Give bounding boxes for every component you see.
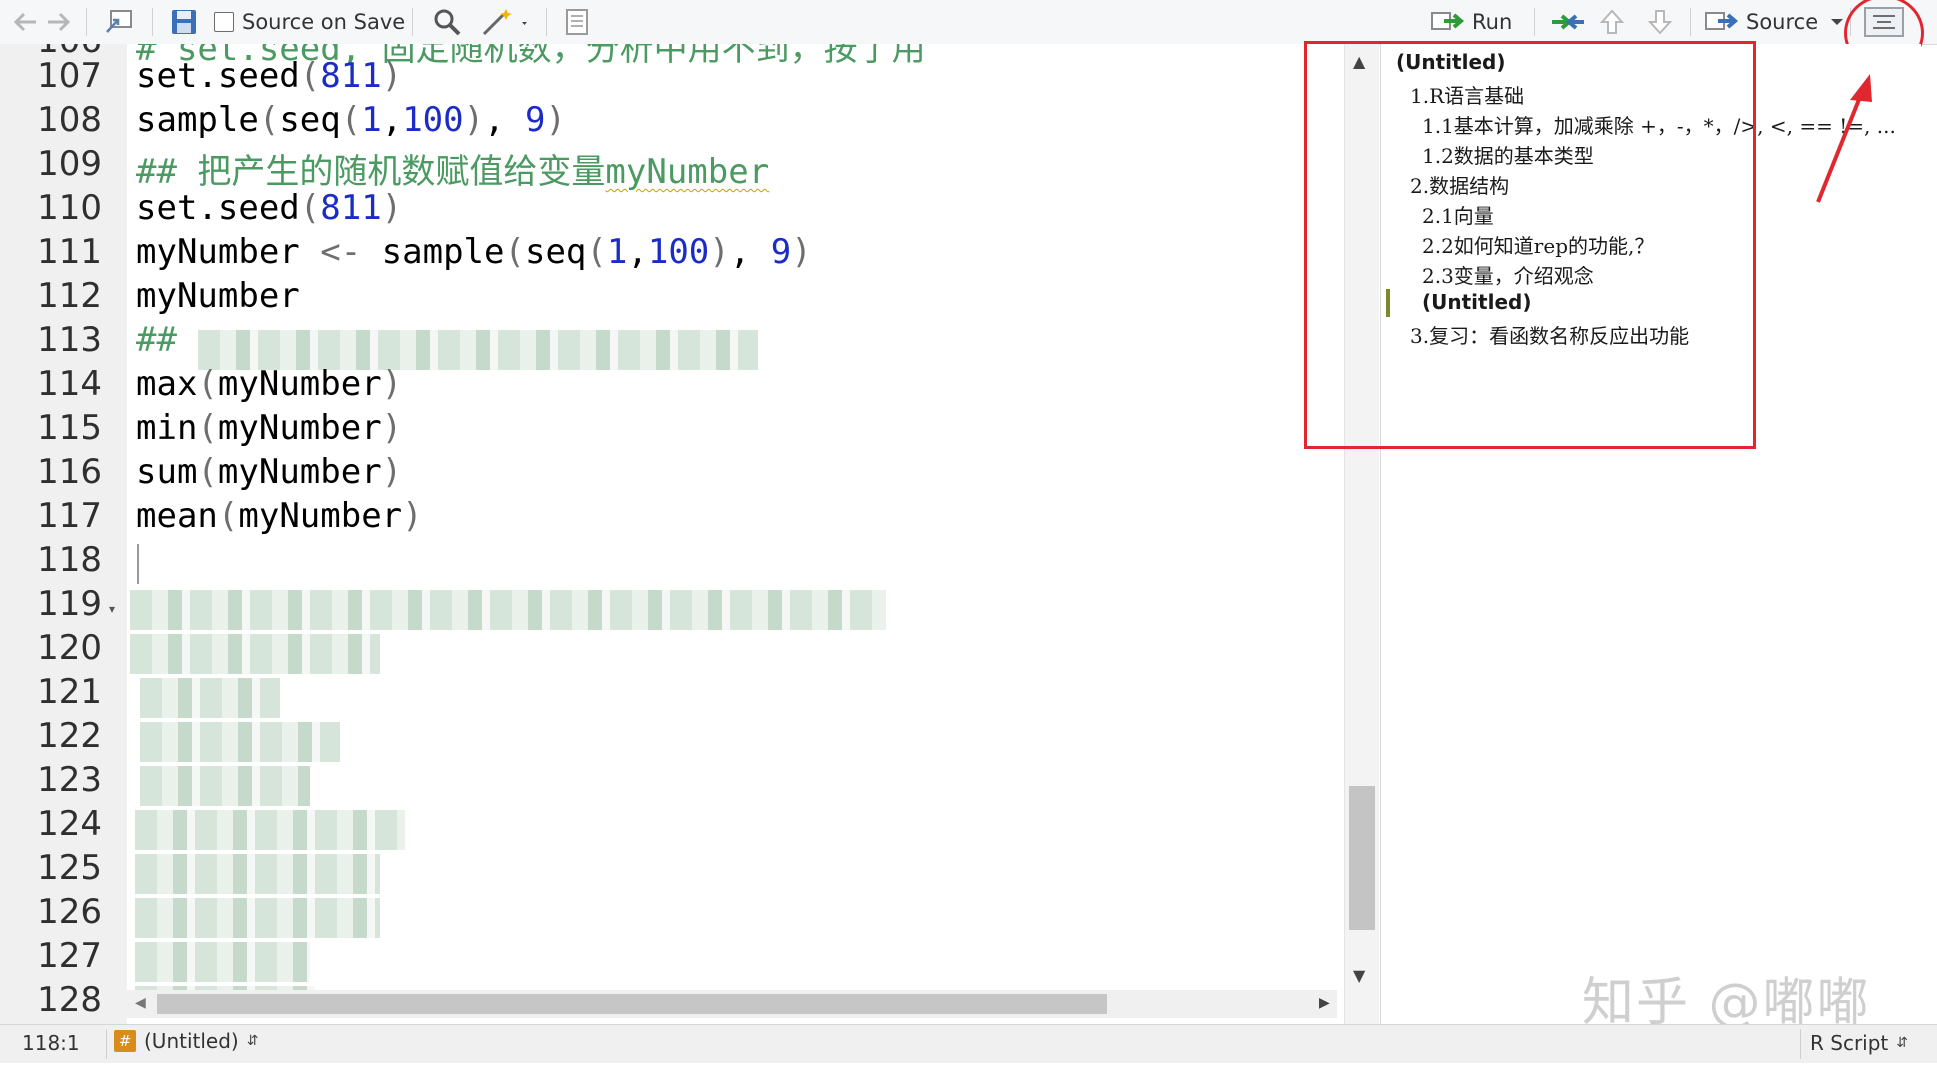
vertical-scroll-thumb[interactable]: [1349, 786, 1375, 930]
code-editor[interactable]: 106 107 108 109 110 111 112 113 114 115 …: [0, 44, 1344, 1024]
horizontal-scroll-thumb[interactable]: [157, 994, 1107, 1014]
line-number: 113: [37, 320, 102, 360]
updown-chevron-icon: ⇵: [1896, 1035, 1908, 1051]
line-number: 114: [37, 364, 102, 404]
code-line: max(myNumber): [136, 364, 403, 404]
line-number: 109: [37, 144, 102, 184]
blurred-code: [135, 942, 310, 982]
blurred-code: [130, 634, 380, 674]
compile-report-icon[interactable]: [562, 6, 592, 38]
code-line: myNumber: [136, 276, 300, 316]
line-number: 112: [37, 276, 102, 316]
line-number: 118: [37, 540, 102, 580]
previous-section-icon[interactable]: [1598, 6, 1626, 38]
blurred-code: [140, 722, 340, 762]
code-line: myNumber <- sample(seq(1,100), 9): [136, 232, 812, 272]
show-in-new-window-icon[interactable]: [104, 6, 136, 38]
updown-chevron-icon: ⇵: [246, 1033, 259, 1049]
code-line: min(myNumber): [136, 408, 403, 448]
code-line: set.seed(811): [136, 56, 403, 96]
line-number: 126: [37, 892, 102, 932]
line-number: 122: [37, 716, 102, 756]
blurred-code: [130, 590, 886, 630]
code-line: sum(myNumber): [136, 452, 403, 492]
scroll-right-icon[interactable]: ▶: [1319, 995, 1330, 1011]
line-number: 115: [37, 408, 102, 448]
annotation-box: [1304, 41, 1756, 449]
blurred-code: [140, 766, 310, 806]
line-number: 121: [37, 672, 102, 712]
source-on-save-toggle[interactable]: Source on Save: [214, 6, 405, 38]
section-label: (Untitled): [144, 1029, 239, 1053]
run-label: Run: [1472, 10, 1513, 34]
run-icon: [1431, 12, 1465, 30]
source-icon: [1705, 12, 1739, 30]
cursor-position: 118:1: [22, 1031, 80, 1055]
code-line: sample(seq(1,100), 9): [136, 100, 567, 140]
code-tools-wand-icon[interactable]: [480, 6, 532, 38]
file-type-label: R Script: [1810, 1031, 1889, 1055]
scroll-left-icon[interactable]: ◀: [135, 995, 146, 1011]
text-cursor: [137, 544, 139, 584]
section-hash-icon: #: [114, 1030, 136, 1052]
blurred-code: [135, 810, 405, 850]
source-dropdown-icon[interactable]: [1830, 6, 1844, 38]
scroll-down-icon[interactable]: ▼: [1353, 966, 1365, 985]
code-line: mean(myNumber): [136, 496, 423, 536]
line-number: 111: [37, 232, 102, 272]
editor-toolbar: Source on Save Run Source: [0, 0, 1937, 45]
code-line: set.seed(811): [136, 188, 403, 228]
source-on-save-label: Source on Save: [242, 10, 406, 34]
status-bar: 118:1 # (Untitled) ⇵ R Script ⇵: [0, 1024, 1937, 1063]
horizontal-scrollbar[interactable]: ◀ ▶: [127, 990, 1337, 1018]
source-label: Source: [1746, 10, 1819, 34]
line-number: 110: [37, 188, 102, 228]
line-number: 107: [37, 56, 102, 96]
fold-arrow-icon[interactable]: ▾: [109, 602, 115, 616]
code-line-comment: ##: [136, 320, 177, 360]
next-section-icon[interactable]: [1646, 6, 1674, 38]
line-number: 128: [37, 980, 102, 1020]
save-icon[interactable]: [170, 6, 198, 38]
file-type-selector[interactable]: R Script ⇵: [1810, 1031, 1908, 1055]
line-number: 123: [37, 760, 102, 800]
back-arrow-icon[interactable]: [10, 6, 40, 38]
section-selector[interactable]: # (Untitled) ⇵: [114, 1029, 258, 1053]
search-icon[interactable]: [432, 6, 462, 38]
forward-arrow-icon[interactable]: [44, 6, 74, 38]
blurred-code: [140, 678, 280, 718]
line-number: 116: [37, 452, 102, 492]
code-line-comment: ## 把产生的随机数赋值给变量myNumber: [136, 152, 770, 192]
source-on-save-checkbox[interactable]: [214, 12, 234, 32]
line-number: 124: [37, 804, 102, 844]
line-number: 127: [37, 936, 102, 976]
source-button[interactable]: Source: [1704, 6, 1818, 38]
line-number: 119: [37, 584, 102, 624]
line-number: 120: [37, 628, 102, 668]
blurred-code: [135, 898, 380, 938]
rerun-icon[interactable]: [1548, 6, 1588, 38]
blurred-code: [135, 854, 380, 894]
annotation-arrow: [1816, 74, 1872, 203]
line-number: 117: [37, 496, 102, 536]
line-number: 108: [37, 100, 102, 140]
line-number: 125: [37, 848, 102, 888]
run-button[interactable]: Run: [1430, 6, 1512, 38]
